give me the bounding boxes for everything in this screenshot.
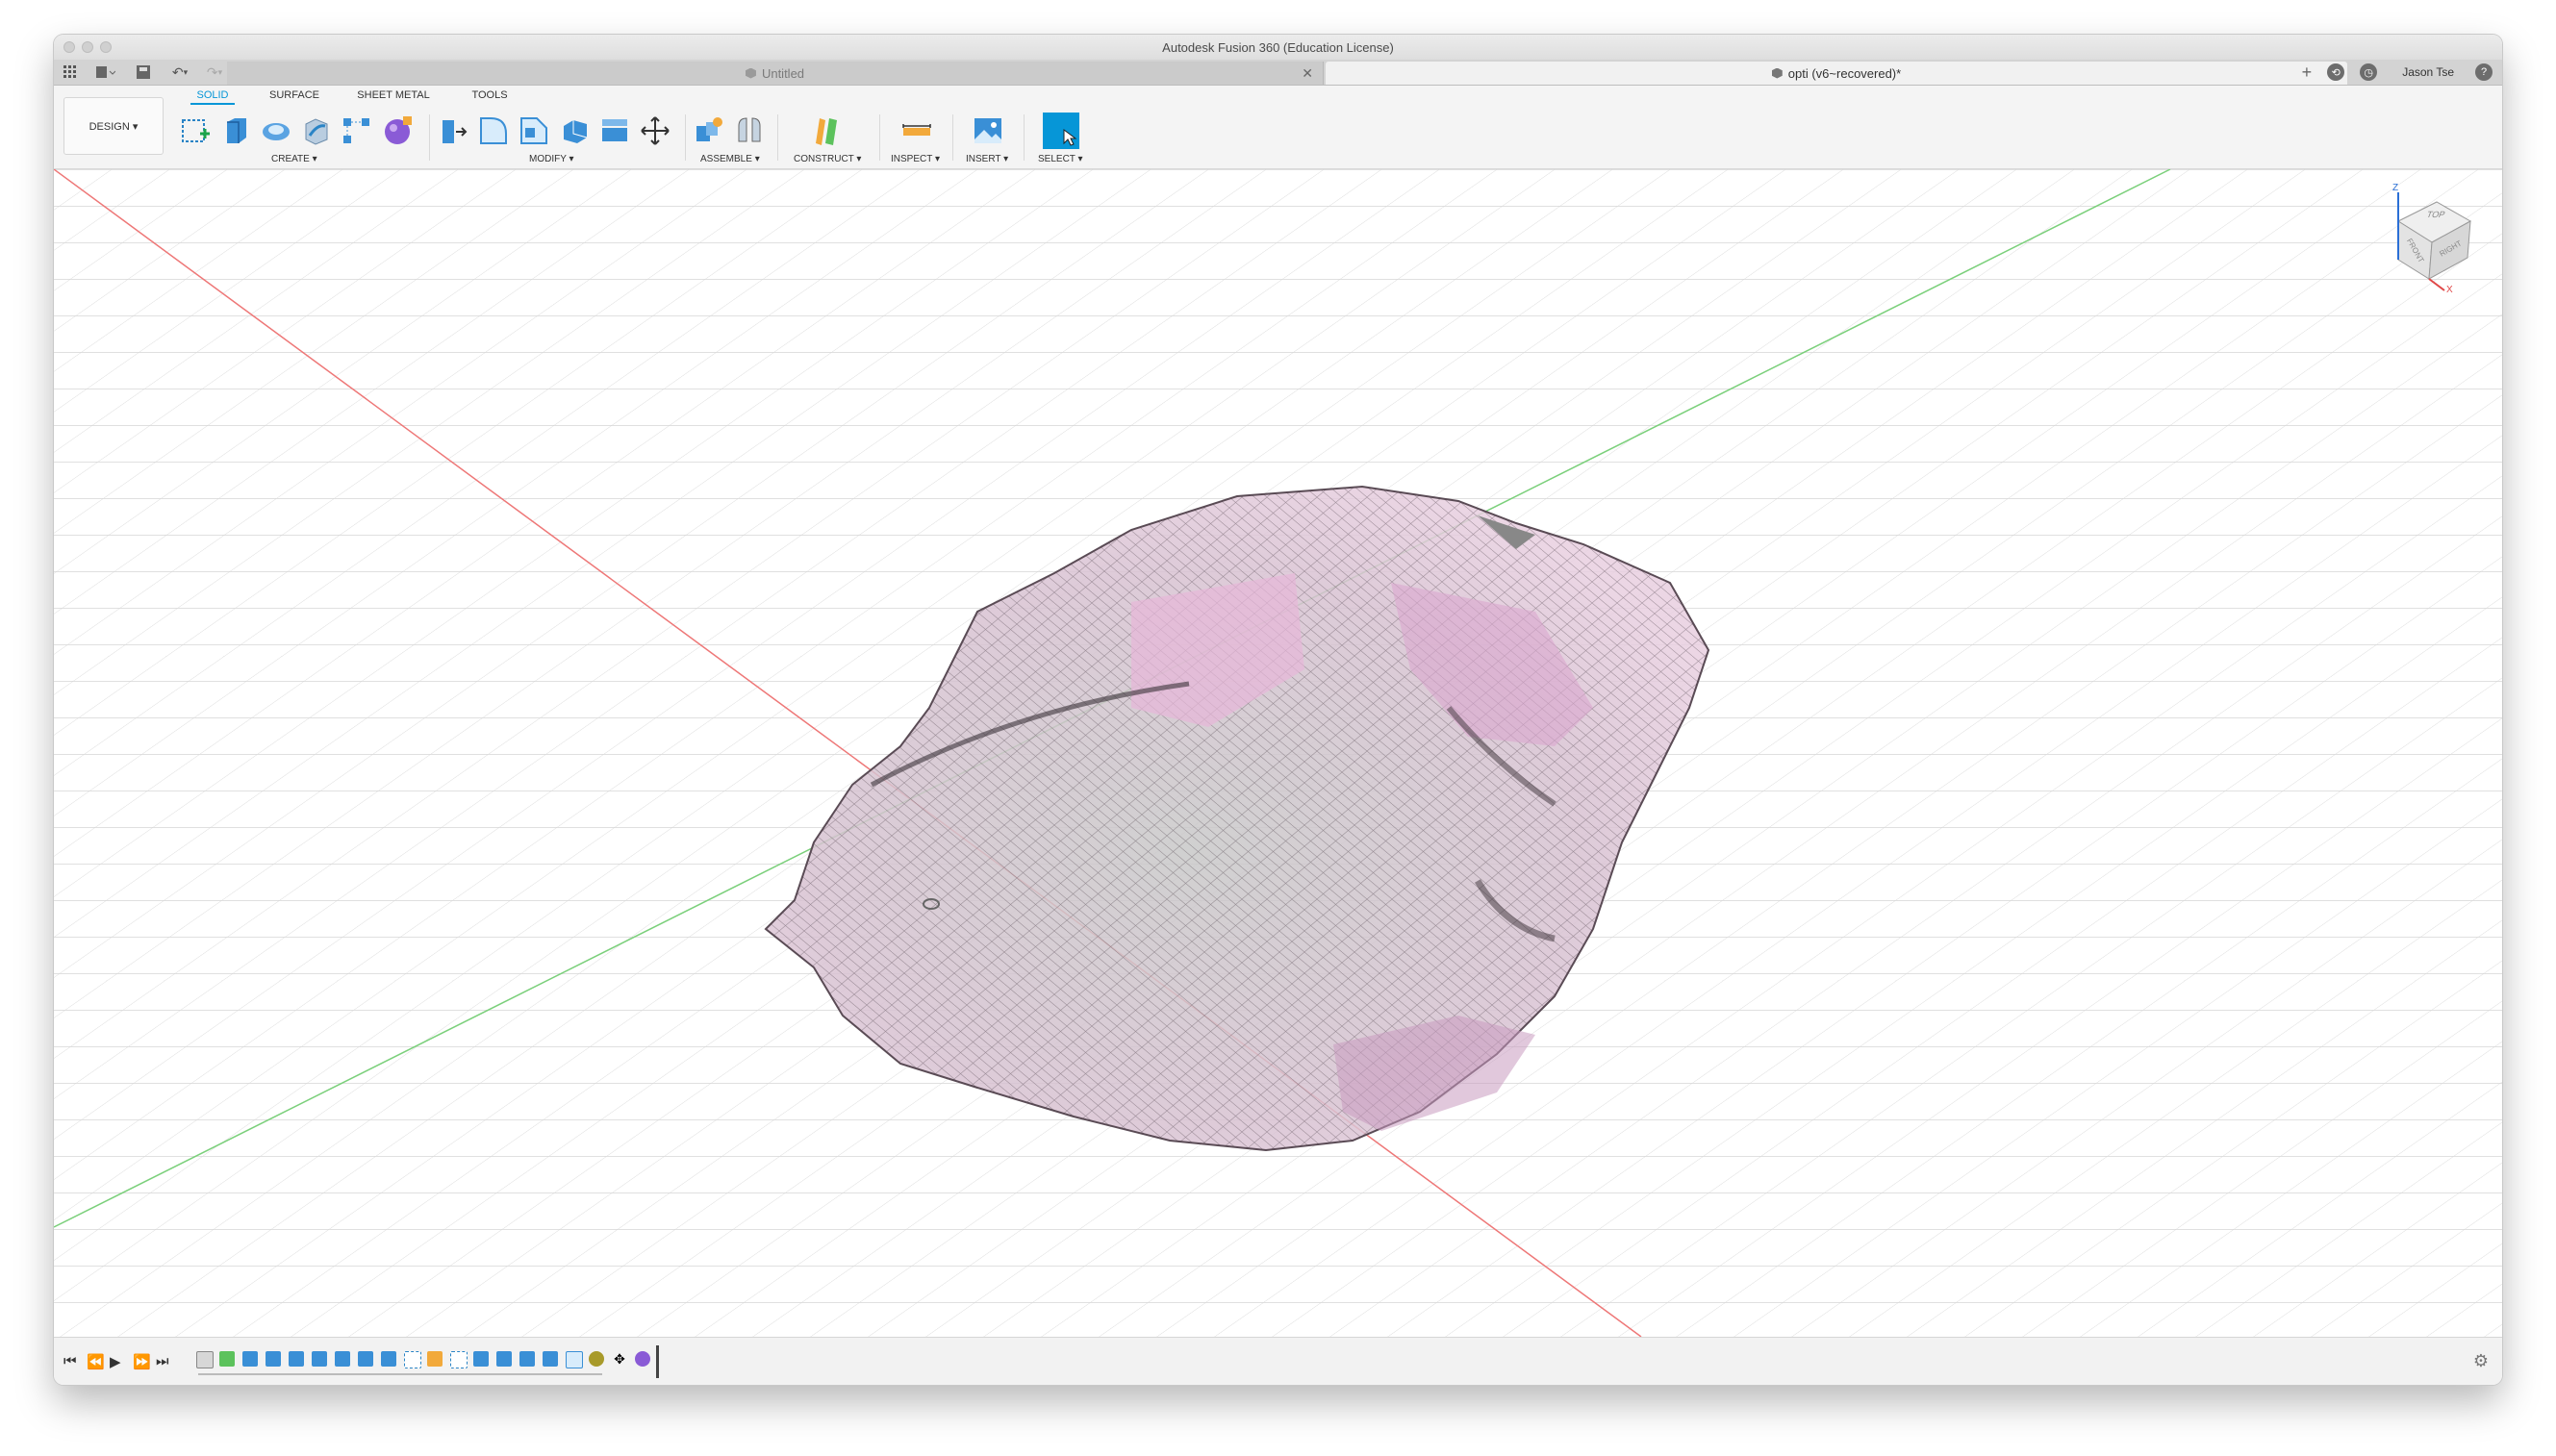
timeline-fillet-feature[interactable]	[566, 1351, 583, 1368]
title-bar: Autodesk Fusion 360 (Education License)	[54, 35, 2502, 61]
timeline-extrude-feature[interactable]	[335, 1351, 350, 1367]
tab-sheet-metal[interactable]: SHEET METAL	[355, 89, 432, 101]
document-icon	[745, 67, 756, 79]
sweep-icon[interactable]	[300, 114, 333, 147]
timeline-extrude-feature[interactable]	[266, 1351, 281, 1367]
gear-icon[interactable]: ⚙	[2473, 1351, 2489, 1371]
app-window: Autodesk Fusion 360 (Education License) …	[54, 35, 2502, 1385]
save-icon[interactable]	[135, 63, 152, 81]
toolbar-divider	[777, 114, 778, 161]
timeline-track	[198, 1373, 602, 1375]
view-cube[interactable]: TOP FRONT RIGHT Z X	[2369, 183, 2485, 298]
redo-icon[interactable]: ↷ ▾	[200, 63, 229, 81]
joint-icon[interactable]	[733, 114, 766, 147]
grid-menu-icon[interactable]	[62, 63, 79, 81]
new-component-icon[interactable]	[693, 114, 725, 147]
toolbar-divider	[952, 114, 953, 161]
select-menu[interactable]: SELECT ▾	[1038, 154, 1083, 164]
play-icon[interactable]: ▶	[110, 1353, 121, 1370]
measure-icon[interactable]	[900, 114, 933, 147]
combine-icon[interactable]	[598, 114, 631, 147]
timeline-form-feature[interactable]	[635, 1351, 650, 1367]
tab-opti-label: opti (v6~recovered)*	[1787, 65, 1902, 81]
construct-menu[interactable]: CONSTRUCT ▾	[794, 154, 861, 164]
tab-opti[interactable]: opti (v6~recovered)* ✕	[1326, 62, 2347, 85]
extrude-icon[interactable]	[219, 114, 252, 147]
help-icon[interactable]: ?	[2475, 63, 2493, 81]
timeline-sketch-feature[interactable]	[196, 1351, 214, 1368]
shell-icon[interactable]	[558, 114, 591, 147]
extensions-icon[interactable]: ⟲	[2327, 63, 2345, 81]
modify-menu[interactable]: MODIFY ▾	[529, 154, 574, 164]
tab-untitled[interactable]: Untitled ✕	[227, 62, 1324, 85]
undo-icon[interactable]: ↶ ▾	[165, 63, 194, 81]
step-back-icon[interactable]: ⏪	[87, 1353, 105, 1370]
timeline: ⏮ ⏪ ▶ ⏩ ⏭ ✥ ⚙	[54, 1337, 2502, 1385]
assemble-menu[interactable]: ASSEMBLE ▾	[700, 154, 760, 164]
select-icon[interactable]	[1043, 113, 1079, 149]
create-sketch-icon[interactable]	[179, 114, 212, 147]
create-menu[interactable]: CREATE ▾	[271, 154, 317, 164]
press-pull-icon[interactable]	[437, 114, 469, 147]
create-form-icon[interactable]	[381, 114, 414, 147]
chamfer-icon[interactable]	[518, 114, 550, 147]
timeline-sphere-feature[interactable]	[589, 1351, 604, 1367]
timeline-extrude-feature[interactable]	[358, 1351, 373, 1367]
tab-tools[interactable]: TOOLS	[468, 89, 512, 101]
toolbar-divider	[1024, 114, 1025, 161]
x-axis-label: X	[2446, 285, 2453, 295]
workspace-switcher[interactable]: DESIGN ▾	[63, 97, 164, 155]
new-tab-icon[interactable]: +	[2302, 63, 2313, 83]
toolbar-divider	[429, 114, 430, 161]
timeline-extrude-feature[interactable]	[543, 1351, 558, 1367]
jobs-status-icon[interactable]: ◷	[2360, 63, 2378, 81]
revolve-icon[interactable]	[260, 114, 292, 147]
timeline-sketch-feature[interactable]	[404, 1351, 421, 1368]
timeline-extrude-feature[interactable]	[312, 1351, 327, 1367]
move-copy-icon[interactable]	[639, 114, 671, 147]
user-name[interactable]: Jason Tse	[2402, 65, 2454, 79]
step-forward-icon[interactable]: ⏩	[133, 1353, 151, 1370]
inspect-menu[interactable]: INSPECT ▾	[891, 154, 940, 164]
toolbar: DESIGN ▾ SOLID SURFACE SHEET METAL TOOLS…	[54, 86, 2502, 169]
canvas-viewport[interactable]: TOP FRONT RIGHT Z X	[54, 169, 2502, 1337]
window-title: Autodesk Fusion 360 (Education License)	[1162, 40, 1394, 55]
timeline-extrude-feature[interactable]	[496, 1351, 512, 1367]
file-icon[interactable]	[92, 63, 119, 81]
timeline-marker[interactable]	[656, 1345, 659, 1378]
go-to-end-icon[interactable]: ⏭	[156, 1353, 169, 1369]
toolbar-divider	[685, 114, 686, 161]
tab-bar-right: + ⟲ ◷ Jason Tse ?	[2294, 60, 2502, 85]
offset-plane-icon[interactable]	[810, 114, 843, 147]
toolbar-divider	[879, 114, 880, 161]
timeline-sketch-feature[interactable]	[450, 1351, 468, 1368]
timeline-extrude-feature[interactable]	[289, 1351, 304, 1367]
tab-untitled-label: Untitled	[761, 65, 805, 81]
go-to-start-icon[interactable]: ⏮	[63, 1353, 77, 1369]
timeline-extrude-feature[interactable]	[519, 1351, 535, 1367]
document-icon	[1771, 67, 1783, 79]
timeline-extrude-feature[interactable]	[381, 1351, 396, 1367]
timeline-extrude-feature[interactable]	[242, 1351, 258, 1367]
view-cube-top-label[interactable]: TOP	[2425, 210, 2446, 219]
insert-image-icon[interactable]	[972, 114, 1004, 147]
tab-surface[interactable]: SURFACE	[266, 89, 323, 101]
timeline-plane-feature[interactable]	[427, 1351, 443, 1367]
rectangular-pattern-icon[interactable]	[341, 114, 373, 147]
z-axis-label: Z	[2392, 183, 2399, 193]
timeline-move-feature[interactable]: ✥	[612, 1351, 627, 1367]
timeline-extrude-feature[interactable]	[473, 1351, 489, 1367]
view-cube-graphic[interactable]	[2369, 183, 2485, 298]
timeline-mesh-feature[interactable]	[219, 1351, 235, 1367]
tab-solid[interactable]: SOLID	[190, 89, 235, 105]
insert-menu[interactable]: INSERT ▾	[966, 154, 1008, 164]
tab-bar: ↶ ▾ ↷ ▾ Untitled ✕ opti (v6~recovered)* …	[54, 60, 2502, 86]
close-icon[interactable]: ✕	[1302, 65, 1313, 82]
model-canvas[interactable]	[54, 169, 2502, 1337]
fillet-icon[interactable]	[477, 114, 510, 147]
